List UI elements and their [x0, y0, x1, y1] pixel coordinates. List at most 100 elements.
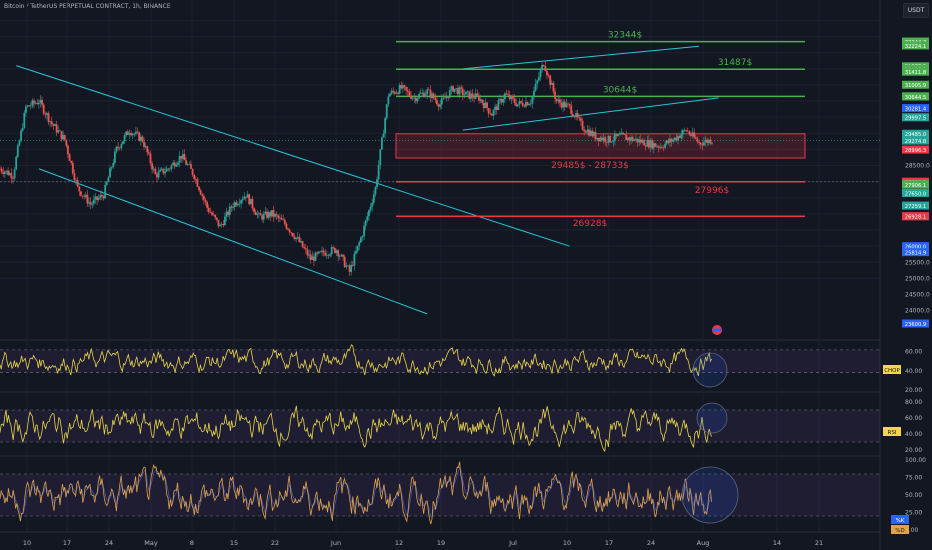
price-tick-label: 25000.0 [905, 275, 930, 282]
candle-body [591, 130, 594, 137]
candle-body [7, 170, 9, 176]
x-axis-label: 22 [271, 539, 279, 547]
chop-pane-tick-label: 40.00 [905, 368, 922, 375]
candle-body [219, 224, 221, 227]
candle-body [306, 249, 309, 256]
candle-body [3, 171, 6, 174]
candle-body [526, 102, 529, 106]
candle-body [368, 210, 370, 217]
candle-body [259, 213, 262, 216]
candle-body [460, 87, 463, 89]
candle-body [364, 220, 367, 226]
candle-body [112, 162, 115, 168]
price-tag-label: 27259.1 [905, 204, 926, 210]
wedge-upper-line [462, 45, 700, 70]
trading-chart[interactable]: 29485$ - 28733$ 32344$ 31487$ 30644$ 27996$ 2… [0, 0, 932, 550]
candle-body [458, 87, 461, 95]
candle-body [343, 256, 346, 268]
candle-body [5, 170, 8, 172]
candle-body [279, 217, 281, 219]
level-label: 27996$ [695, 186, 729, 196]
candle-body [191, 168, 194, 175]
x-axis-label: 19 [437, 539, 445, 547]
candle-body [49, 121, 52, 123]
x-axis-label: 14 [773, 539, 781, 547]
candle-body [584, 131, 587, 133]
candle-body [361, 236, 364, 238]
candle-body [473, 97, 476, 99]
price-tag: 28996.3 [902, 145, 929, 154]
candle-body [652, 143, 655, 149]
price-tag: 29274.8 [902, 136, 929, 145]
candle-body [403, 85, 406, 88]
candle-body [194, 178, 197, 180]
candle-body [311, 256, 314, 260]
candle-body [688, 131, 691, 135]
candle-body [88, 202, 90, 204]
candle-body [122, 141, 124, 145]
candle-body [130, 133, 132, 136]
candle-body [55, 124, 58, 133]
candle-body [479, 99, 482, 101]
price-tag-label: 23600.9 [905, 322, 926, 328]
candle-body [217, 219, 220, 227]
candle-body [177, 162, 179, 165]
candle-body [316, 252, 319, 254]
candle-body [136, 131, 139, 133]
stoch-pane-tick-label: 100.00 [905, 457, 926, 464]
candle-body [667, 140, 670, 143]
candle-body [602, 137, 605, 141]
event-marker-band [713, 328, 721, 332]
candle-body [91, 203, 94, 205]
price-tick-label: 25500.0 [905, 259, 930, 266]
level-label: 30644$ [603, 85, 637, 95]
candle-body [228, 206, 231, 215]
candle-body [309, 254, 312, 260]
price-tick-label: 24000.0 [905, 308, 930, 315]
x-axis-label: 10 [23, 539, 31, 547]
price-tag-label: 28996.3 [905, 148, 926, 154]
candle-body [421, 92, 424, 94]
candle-body [711, 142, 713, 144]
candle-body [525, 102, 527, 107]
candle-body [75, 180, 77, 181]
candle-body [104, 184, 107, 199]
candle-body [439, 104, 442, 107]
candle-body [165, 168, 168, 172]
candle-body [615, 134, 618, 137]
candle-body [437, 104, 440, 107]
candle-body [169, 168, 171, 170]
candle-body [547, 75, 550, 76]
price-tag-label: 25814.9 [905, 251, 926, 257]
candle-body [31, 100, 34, 106]
candle-body [575, 113, 577, 118]
candle-body [502, 99, 505, 103]
candle-body [266, 211, 268, 218]
candle-body [264, 211, 267, 214]
x-axis-label: 24 [105, 539, 113, 547]
candle-body [444, 97, 446, 99]
candle-body [374, 187, 377, 195]
candle-body [340, 254, 343, 257]
candle-body [251, 198, 254, 209]
rsi-pane-tick-label: 60.00 [905, 415, 922, 422]
zone-label: 29485$ - 28733$ [551, 161, 629, 171]
candle-body [639, 139, 642, 143]
candle-body [214, 214, 217, 218]
candle-body [398, 85, 401, 94]
candle-body [52, 123, 55, 126]
candle-body [620, 132, 623, 135]
candle-body [2, 171, 5, 174]
candle-body [555, 98, 558, 102]
price-tag-label: 32224.1 [905, 44, 926, 50]
candle-body [424, 94, 427, 97]
candle-body [356, 245, 359, 252]
price-tag: 30644.5 [902, 92, 929, 101]
candle-body [529, 103, 532, 105]
candle-body [610, 141, 613, 143]
candle-body [301, 241, 304, 248]
chop-pane-tick-label: 60.00 [905, 349, 922, 356]
stoch-pane-tick-label: 75.00 [905, 475, 922, 482]
candle-body [478, 95, 480, 101]
x-axis-label: 10 [563, 539, 571, 547]
